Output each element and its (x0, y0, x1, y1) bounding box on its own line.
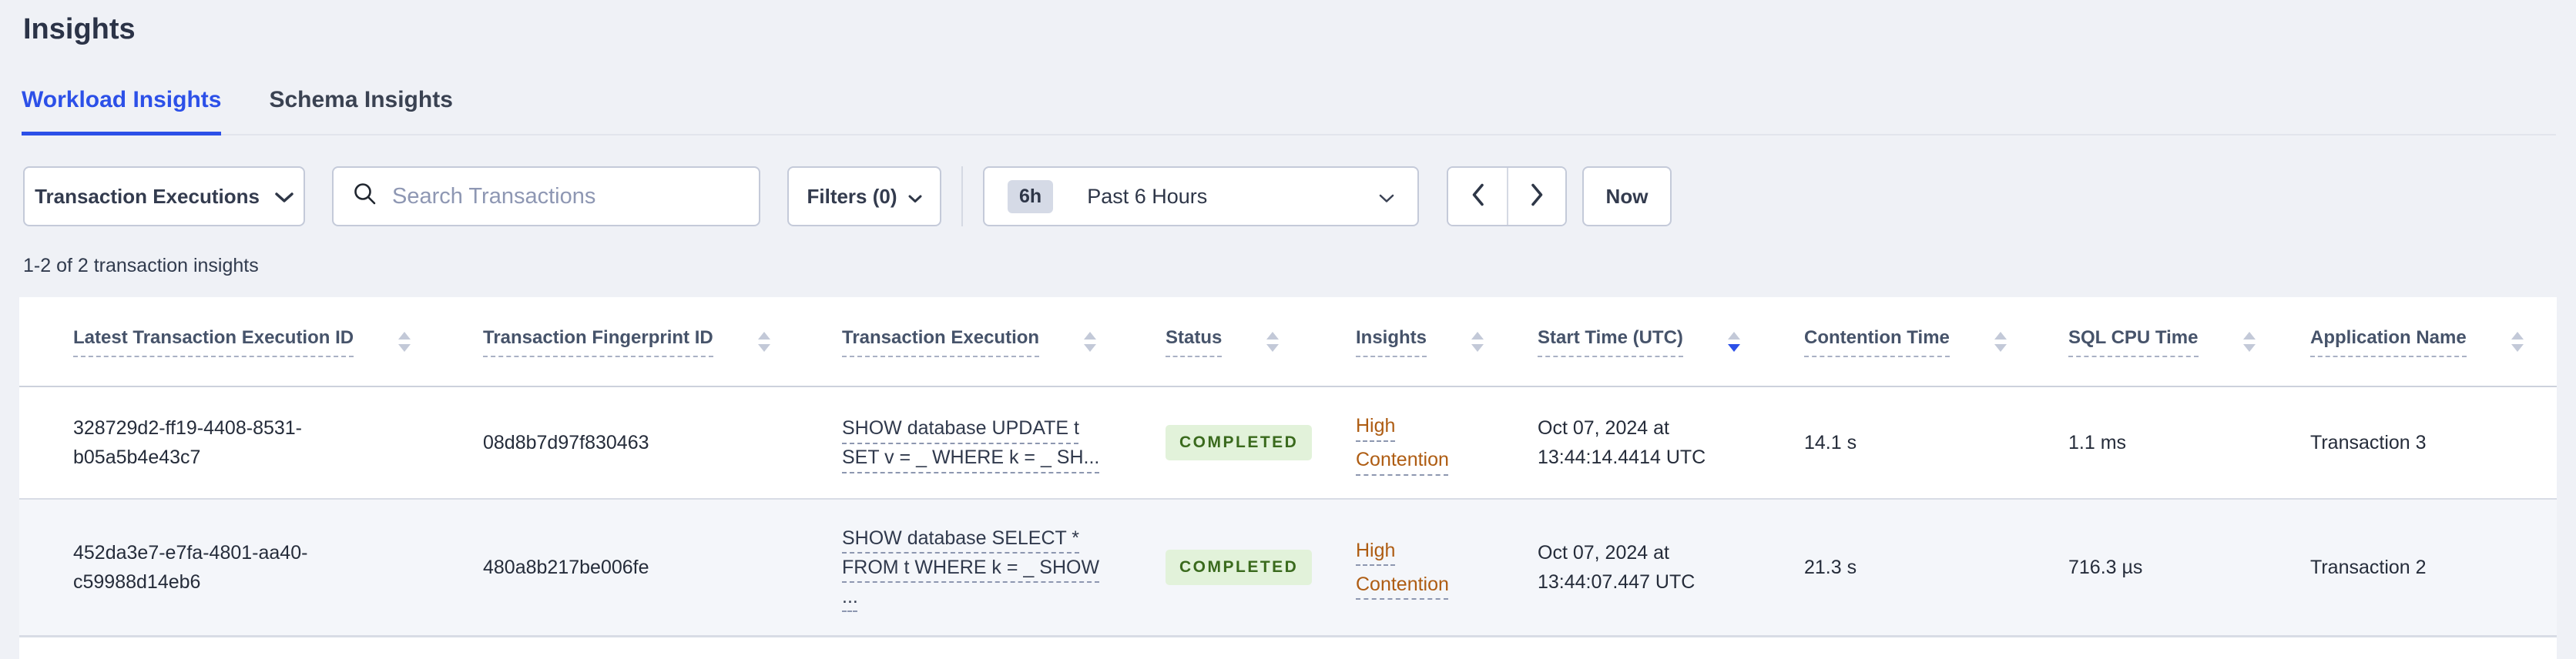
contention-time: 21.3 s (1804, 556, 1857, 578)
controls-divider (961, 166, 963, 226)
results-count: 1-2 of 2 transaction insights (23, 255, 259, 276)
sql-cpu-time: 1.1 ms (2068, 432, 2127, 453)
tab-workload-insights[interactable]: Workload Insights (22, 86, 222, 135)
sort-icon (757, 331, 770, 352)
previous-time-range-button[interactable] (1448, 168, 1507, 225)
fingerprint-id: 480a8b217be006fe (483, 556, 649, 578)
insights-table: Latest Transaction Execution ID Transact… (19, 297, 2557, 637)
table-row: 328729d2-ff19-4408-8531-b05a5b4e43c7 08d… (19, 386, 2557, 499)
table-header-row: Latest Transaction Execution ID Transact… (19, 297, 2557, 387)
sort-icon (1994, 331, 2007, 352)
insight-high-contention-link[interactable]: High Contention (1356, 409, 1471, 477)
column-header-status[interactable]: Status (1166, 297, 1356, 387)
sort-icon (2242, 331, 2256, 352)
time-range-pager (1447, 166, 1567, 226)
transaction-execution-link[interactable]: SHOW database SELECT * FROM t WHERE k = … (842, 524, 1166, 611)
search-box[interactable] (332, 166, 760, 226)
search-input[interactable] (392, 183, 731, 209)
application-name: Transaction 2 (2310, 556, 2427, 578)
view-select-dropdown[interactable]: Transaction Executions (23, 166, 305, 226)
column-header-application-name[interactable]: Application Name (2310, 297, 2557, 387)
controls-row: Transaction Executions Filters (0) 6h Pa… (23, 166, 2553, 226)
chevron-down-icon (908, 185, 922, 209)
time-range-badge: 6h (1008, 179, 1054, 213)
sort-icon (2511, 331, 2524, 352)
sql-cpu-time: 716.3 µs (2068, 556, 2143, 578)
chevron-left-icon (1471, 183, 1484, 210)
status-badge: COMPLETED (1166, 549, 1313, 585)
column-header-transaction-execution[interactable]: Transaction Execution (842, 297, 1166, 387)
table-row: 452da3e7-e7fa-4801-aa40-c59988d14eb6 480… (19, 499, 2557, 636)
column-header-execution-id[interactable]: Latest Transaction Execution ID (19, 297, 483, 387)
start-time: Oct 07, 2024 at (1538, 417, 1669, 439)
column-header-fingerprint-id[interactable]: Transaction Fingerprint ID (483, 297, 842, 387)
transaction-execution-link[interactable]: SHOW database UPDATE t SET v = _ WHERE k… (842, 413, 1166, 472)
page-header: Insights (0, 0, 2576, 46)
chevron-down-icon (1379, 185, 1394, 209)
column-header-start-time[interactable]: Start Time (UTC) (1538, 297, 1804, 387)
page-title: Insights (23, 13, 136, 45)
sort-icon-active-desc (1727, 331, 1740, 352)
column-header-contention-time[interactable]: Contention Time (1804, 297, 2068, 387)
sort-icon (1471, 331, 1484, 352)
chevron-right-icon (1531, 183, 1544, 210)
sort-icon (1266, 331, 1280, 352)
start-time: Oct 07, 2024 at (1538, 541, 1669, 564)
search-icon (352, 181, 378, 212)
filters-label: Filters (0) (807, 184, 897, 208)
filters-button[interactable]: Filters (0) (787, 166, 941, 226)
status-badge: COMPLETED (1166, 425, 1313, 460)
tab-schema-insights[interactable]: Schema Insights (269, 86, 452, 134)
chevron-down-icon (275, 185, 293, 209)
column-header-sql-cpu-time[interactable]: SQL CPU Time (2068, 297, 2310, 387)
application-name: Transaction 3 (2310, 432, 2427, 453)
insights-table-card: Latest Transaction Execution ID Transact… (19, 297, 2557, 659)
execution-id: 328729d2-ff19-4408-8531-b05a5b4e43c7 (73, 417, 303, 468)
time-range-picker[interactable]: 6h Past 6 Hours (983, 166, 1419, 226)
tab-bar: Workload Insights Schema Insights (22, 86, 2556, 135)
insights-page: Insights Workload Insights Schema Insigh… (0, 0, 2576, 659)
column-header-insights[interactable]: Insights (1356, 297, 1538, 387)
now-button[interactable]: Now (1582, 166, 1672, 226)
contention-time: 14.1 s (1804, 432, 1857, 453)
insight-high-contention-link[interactable]: High Contention (1356, 534, 1471, 601)
next-time-range-button[interactable] (1507, 168, 1565, 225)
execution-id: 452da3e7-e7fa-4801-aa40-c59988d14eb6 (73, 541, 308, 593)
time-range-label: Past 6 Hours (1087, 184, 1208, 208)
sort-icon (1084, 331, 1097, 352)
view-select-label: Transaction Executions (35, 184, 260, 208)
sort-icon (398, 331, 411, 352)
fingerprint-id: 08d8b7d97f830463 (483, 432, 649, 453)
